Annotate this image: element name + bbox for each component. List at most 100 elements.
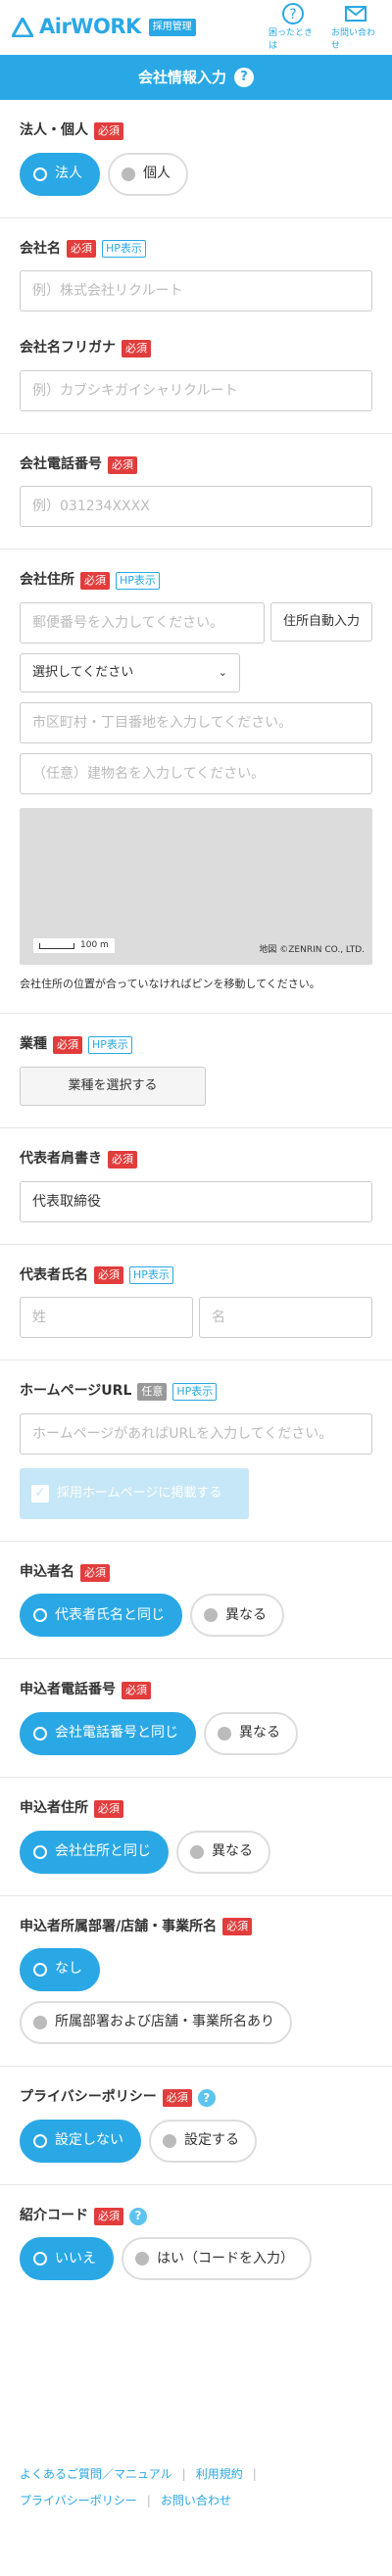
publish-homepage-checkbox[interactable]: ✓ 採用ホームページに掲載する xyxy=(20,1467,249,1519)
section-homepage: ホームページURL 任意 HP表示 ホームページがあればURLを入力してください。 … xyxy=(0,1360,392,1542)
required-badge: 必須 xyxy=(94,121,123,140)
radio-referral-no[interactable]: いいえ xyxy=(20,2237,114,2281)
homepage-input[interactable]: ホームページがあればURLを入力してください。 xyxy=(20,1412,372,1455)
radio-dot-icon xyxy=(163,2133,176,2148)
auto-address-button[interactable]: 住所自動入力 xyxy=(270,601,372,642)
required-badge: 必須 xyxy=(94,1799,123,1818)
section-privacy: プライバシーポリシー 必須? 設定しない 設定する xyxy=(0,2067,392,2185)
radio-privacy-on[interactable]: 設定する xyxy=(149,2119,257,2163)
contact-link[interactable]: お問い合わせ xyxy=(331,2,380,52)
radio-same-as-company-address[interactable]: 会社住所と同じ xyxy=(20,1830,169,1874)
help-icon[interactable]: ? xyxy=(197,2088,216,2107)
required-badge: 必須 xyxy=(108,1150,137,1169)
footer-privacy-link[interactable]: プライバシーポリシー xyxy=(20,2493,137,2509)
app-header: AirWORK 採用管理 ? 困ったときは お問い合わせ xyxy=(0,0,392,55)
help-icon[interactable]: ? xyxy=(129,2207,147,2225)
radio-dot-icon xyxy=(122,167,135,181)
radio-dot-icon xyxy=(33,1726,47,1741)
radio-label: 設定しない xyxy=(55,2131,123,2148)
radio-label: 法人 xyxy=(55,165,82,181)
map-note: 会社住所の位置が合っていなければピンを移動してください。 xyxy=(20,977,320,990)
radio-same-as-rep[interactable]: 代表者氏名と同じ xyxy=(20,1594,182,1638)
applicant-phone-label: 申込者電話番号 xyxy=(20,1682,116,1698)
postal-code-input[interactable]: 郵便番号を入力してください。 xyxy=(20,601,265,644)
help-link[interactable]: ? 困ったときは xyxy=(269,2,318,52)
footer-faq-link[interactable]: よくあるご質問／マニュアル xyxy=(20,2466,172,2483)
section-applicant: 申込者名 必須 代表者氏名と同じ 異なる xyxy=(0,1542,392,1660)
logo[interactable]: AirWORK 採用管理 xyxy=(12,13,196,41)
section-industry: 業種 必須 HP表示 業種を選択する xyxy=(0,1014,392,1128)
section-referral: 紹介コード 必須? いいえ はい（コードを入力） xyxy=(0,2185,392,2303)
required-badge: 必須 xyxy=(80,572,110,591)
hp-badge: HP表示 xyxy=(88,1036,132,1055)
radio-privacy-off[interactable]: 設定しない xyxy=(20,2119,141,2163)
section-rep-name: 代表者氏名 必須 HP表示 姓 名 xyxy=(0,1245,392,1361)
radio-has-department[interactable]: 所属部署および店舗・事業所名あり xyxy=(20,2001,292,2045)
footer-separator: | xyxy=(146,2493,151,2507)
building-input[interactable]: （任意）建物名を入力してください。 xyxy=(20,752,372,794)
company-phone-input[interactable]: 例）031234XXXX xyxy=(20,486,372,528)
footer: よくあるご質問／マニュアル | 利用規約 | プライバシーポリシー | お問い合… xyxy=(20,2466,257,2519)
industry-label: 業種 xyxy=(20,1036,47,1053)
radio-no-department[interactable]: なし xyxy=(20,1948,100,1992)
footer-separator: | xyxy=(181,2467,186,2481)
radio-same-as-company-phone[interactable]: 会社電話番号と同じ xyxy=(20,1711,196,1755)
section-company-name: 会社名 必須 HP表示 例）株式会社リクルート 会社名フリガナ 必須 例）カブシキガイ… xyxy=(0,218,392,434)
radio-individual[interactable]: 個人 xyxy=(108,152,188,196)
airwork-logo-icon xyxy=(12,17,33,37)
company-phone-label: 会社電話番号 xyxy=(20,455,102,472)
company-kana-label: 会社名フリガナ xyxy=(20,340,116,357)
corporate-label: 法人・個人 xyxy=(20,122,88,138)
required-badge: 必須 xyxy=(122,339,151,358)
address-label: 会社住所 xyxy=(20,572,74,589)
hp-badge: HP表示 xyxy=(172,1382,218,1401)
prefecture-value: 選択してください xyxy=(32,664,134,680)
privacy-label: プライバシーポリシー xyxy=(20,2089,157,2106)
radio-dot-icon xyxy=(33,2133,47,2148)
radio-different-phone[interactable]: 異なる xyxy=(204,1711,298,1755)
street-input[interactable]: 市区町村・丁目番地を入力してください。 xyxy=(20,701,372,743)
radio-dot-icon xyxy=(135,2252,149,2266)
radio-referral-yes[interactable]: はい（コードを入力） xyxy=(122,2237,312,2281)
svg-text:?: ? xyxy=(289,7,296,23)
referral-label: 紹介コード xyxy=(20,2207,88,2223)
radio-label: 会社電話番号と同じ xyxy=(55,1725,178,1741)
select-industry-button[interactable]: 業種を選択する xyxy=(20,1066,206,1106)
map-credit: 地図 ©ZENRIN CO., LTD. xyxy=(259,945,365,956)
help-icon[interactable]: ? xyxy=(234,68,254,87)
applicant-label: 申込者名 xyxy=(20,1563,74,1580)
company-name-input[interactable]: 例）株式会社リクルート xyxy=(20,270,372,312)
contact-link-label: お問い合わせ xyxy=(331,28,376,51)
required-badge: 必須 xyxy=(162,2088,192,2107)
hp-badge: HP表示 xyxy=(102,240,146,259)
last-name-input[interactable]: 姓 xyxy=(20,1297,193,1339)
radio-different-address[interactable]: 異なる xyxy=(176,1830,270,1874)
section-applicant-address: 申込者住所 必須 会社住所と同じ 異なる xyxy=(0,1778,392,1896)
section-company-phone: 会社電話番号 必須 例）031234XXXX xyxy=(0,434,392,550)
page-title: 会社情報入力 xyxy=(137,68,226,86)
radio-corporate[interactable]: 法人 xyxy=(20,152,100,196)
map[interactable]: 100 m 地図 ©ZENRIN CO., LTD. xyxy=(20,807,372,965)
rep-title-input[interactable]: 代表取締役 xyxy=(20,1180,372,1222)
section-department: 申込者所属部署/店舗・事業所名 必須 なし 所属部署および店舗・事業所名あり xyxy=(0,1896,392,2068)
radio-label: なし xyxy=(55,1961,82,1978)
question-circle-icon: ? xyxy=(282,3,304,25)
radio-dot-icon xyxy=(33,1963,47,1978)
prefecture-select[interactable]: 選択してください ⌄ xyxy=(20,652,240,692)
footer-terms-link[interactable]: 利用規約 xyxy=(196,2466,243,2483)
radio-label: 異なる xyxy=(212,1842,253,1859)
company-kana-input[interactable]: 例）カブシキガイシャリクルート xyxy=(20,369,372,411)
radio-label: 設定する xyxy=(184,2131,239,2148)
first-name-input[interactable]: 名 xyxy=(199,1297,372,1339)
section-corporate: 法人・個人 必須 法人 個人 xyxy=(0,100,392,218)
required-badge: 必須 xyxy=(122,1682,151,1700)
required-badge: 必須 xyxy=(222,1918,253,1936)
required-badge: 必須 xyxy=(80,1563,110,1582)
section-address: 会社住所 必須 HP表示 郵便番号を入力してください。 住所自動入力 選択してくださ… xyxy=(0,549,392,1015)
footer-contact-link[interactable]: お問い合わせ xyxy=(161,2493,231,2509)
optional-badge: 任意 xyxy=(137,1382,168,1401)
required-badge: 必須 xyxy=(94,1266,123,1285)
radio-different[interactable]: 異なる xyxy=(190,1594,284,1638)
homepage-label: ホームページURL xyxy=(20,1383,132,1400)
radio-dot-icon xyxy=(33,167,47,181)
